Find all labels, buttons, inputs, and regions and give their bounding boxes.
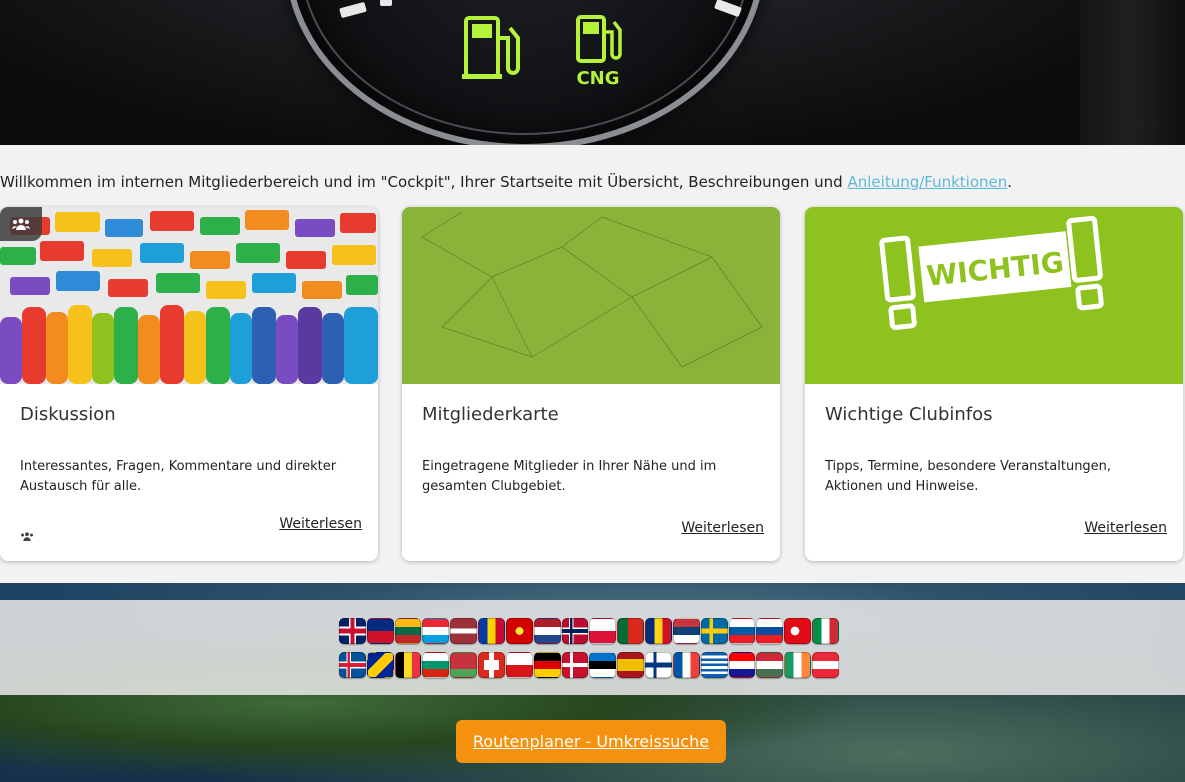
flag-es[interactable] (617, 652, 645, 678)
flag-si[interactable] (728, 618, 756, 644)
fuel-pump-icon (462, 14, 524, 82)
group-badge (0, 207, 42, 241)
card-description: Interessantes, Fragen, Kommentare und di… (20, 459, 337, 494)
read-more-link[interactable]: Weiterlesen (279, 516, 362, 532)
cng-label: CNG (576, 68, 619, 88)
flag-rs[interactable] (672, 618, 700, 644)
flag-be[interactable] (394, 652, 422, 678)
flag-is[interactable] (339, 652, 366, 678)
flag-sk[interactable] (756, 618, 784, 644)
flag-ie[interactable] (784, 652, 812, 678)
flag-by[interactable] (450, 652, 478, 678)
flag-ba[interactable] (366, 652, 394, 678)
flag-bg[interactable] (422, 652, 450, 678)
flag-hu[interactable] (756, 652, 784, 678)
flag-row-2 (339, 652, 839, 678)
flag-fi[interactable] (645, 652, 672, 678)
flag-row-1 (339, 618, 839, 644)
group-icon (12, 218, 30, 230)
flag-nl[interactable] (533, 618, 561, 644)
flag-ch[interactable] (478, 652, 505, 678)
flag-pl[interactable] (589, 618, 617, 644)
card-description: Eingetragene Mitglieder in Ihrer Nähe un… (422, 459, 717, 494)
flag-gb[interactable] (339, 618, 366, 644)
flag-mk[interactable] (505, 618, 533, 644)
flag-lt[interactable] (394, 618, 422, 644)
important-info-image: WICHTIG (805, 207, 1183, 384)
flag-no[interactable] (561, 618, 589, 644)
flag-lu[interactable] (422, 618, 450, 644)
welcome-text: Willkommen im internen Mitgliederbereich… (0, 173, 1013, 191)
flag-tr[interactable] (784, 618, 812, 644)
group-icon (20, 526, 34, 545)
flag-dk[interactable] (561, 652, 589, 678)
card-title: Mitgliederkarte (422, 404, 559, 425)
discussion-image (0, 207, 378, 384)
card-description: Tipps, Termine, besondere Veranstaltunge… (825, 459, 1112, 494)
read-more-link[interactable]: Weiterlesen (1084, 520, 1167, 536)
flag-cz[interactable] (505, 652, 533, 678)
flag-pt[interactable] (617, 618, 645, 644)
flag-ee[interactable] (589, 652, 617, 678)
card-title: Wichtige Clubinfos (825, 404, 993, 425)
europe-map-section: Routenplaner - Umkreissuche (0, 583, 1185, 782)
flag-li[interactable] (366, 618, 394, 644)
card-discussion[interactable]: Diskussion Interessantes, Fragen, Kommen… (0, 207, 378, 561)
read-more-link[interactable]: Weiterlesen (681, 520, 764, 536)
card-member-map[interactable]: Mitgliederkarte Eingetragene Mitglieder … (402, 207, 780, 561)
hero-banner: CNG (0, 0, 1185, 145)
flag-hr[interactable] (728, 652, 756, 678)
flag-gr[interactable] (700, 652, 728, 678)
flag-at[interactable] (812, 652, 839, 678)
flag-se[interactable] (700, 618, 728, 644)
flag-md[interactable] (478, 618, 505, 644)
route-planner-button[interactable]: Routenplaner - Umkreissuche (456, 720, 726, 763)
flag-lv[interactable] (450, 618, 478, 644)
flag-fr[interactable] (672, 652, 700, 678)
language-flag-bar (0, 600, 1185, 695)
instructions-link[interactable]: Anleitung/Funktionen (847, 173, 1007, 191)
card-important-info[interactable]: WICHTIG Wichtige Clubinfos Tipps, Termin… (805, 207, 1183, 561)
flag-ro[interactable] (645, 618, 672, 644)
member-map-image (402, 207, 780, 384)
flag-de[interactable] (533, 652, 561, 678)
flag-it[interactable] (812, 618, 839, 644)
card-title: Diskussion (20, 404, 116, 425)
cng-fuel-icon: CNG (572, 14, 624, 88)
